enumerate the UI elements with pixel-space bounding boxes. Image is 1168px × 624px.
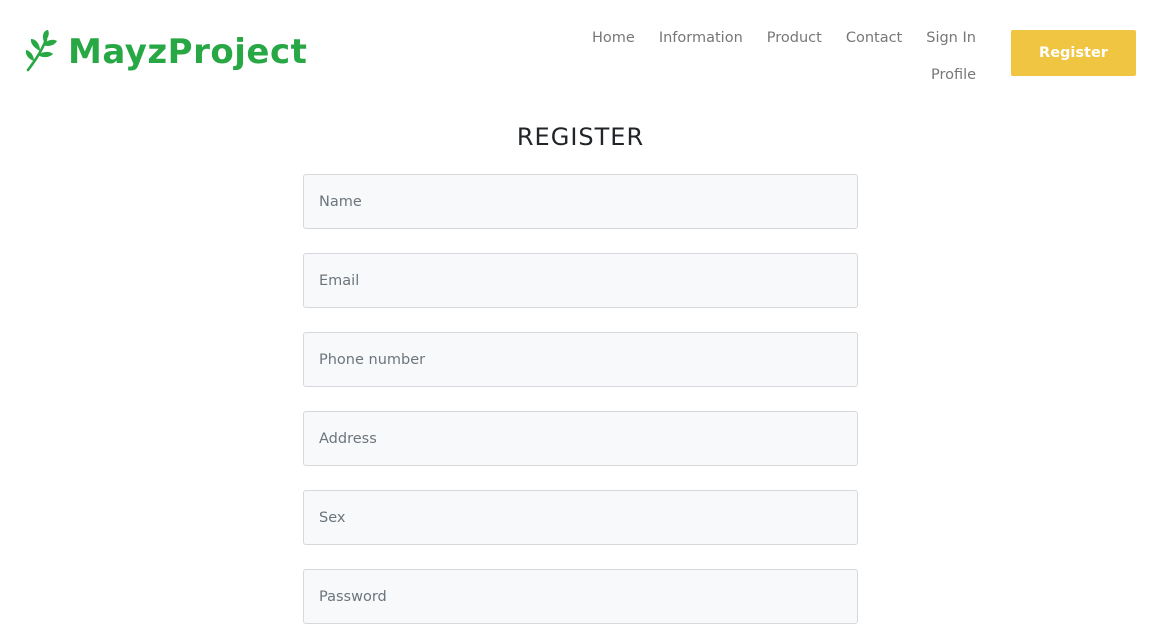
- email-field[interactable]: [303, 253, 858, 308]
- sex-field[interactable]: [303, 490, 858, 545]
- page-title: REGISTER: [516, 123, 645, 151]
- password-field[interactable]: [303, 569, 858, 624]
- brand-name: MayzProject: [68, 32, 308, 72]
- nav-item-profile[interactable]: Profile: [919, 57, 988, 94]
- name-field[interactable]: [303, 174, 858, 229]
- nav-item-information[interactable]: Information: [647, 20, 755, 57]
- brand-logo-link[interactable]: MayzProject: [24, 30, 307, 74]
- nav-item-contact[interactable]: Contact: [834, 20, 914, 57]
- site-header: MayzProject Home Information Product Con…: [0, 0, 1168, 100]
- main-nav: Home Information Product Contact Sign In…: [580, 20, 1000, 94]
- nav-item-home[interactable]: Home: [580, 20, 647, 57]
- address-field[interactable]: [303, 411, 858, 466]
- leaf-sprig-icon: [24, 30, 58, 74]
- phone-number-field[interactable]: [303, 332, 858, 387]
- nav-item-sign-in[interactable]: Sign In: [914, 20, 988, 57]
- nav-item-product[interactable]: Product: [755, 20, 834, 57]
- register-button[interactable]: Register: [1011, 30, 1136, 76]
